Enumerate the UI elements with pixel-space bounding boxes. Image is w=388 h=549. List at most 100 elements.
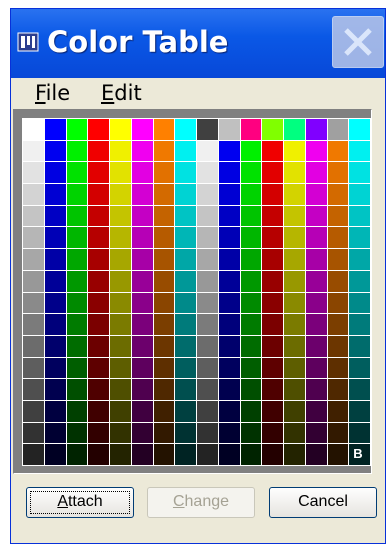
color-cell[interactable] (174, 248, 197, 271)
color-cell[interactable] (261, 118, 284, 141)
color-cell[interactable] (239, 313, 263, 336)
color-cell[interactable] (304, 334, 328, 358)
color-cell[interactable] (348, 356, 371, 380)
color-cell[interactable] (65, 161, 89, 185)
color-cell[interactable] (326, 443, 350, 466)
color-cell[interactable] (283, 356, 306, 380)
color-cell[interactable] (65, 183, 89, 206)
color-cell[interactable] (152, 334, 176, 358)
color-cell[interactable] (239, 248, 263, 271)
color-cell[interactable] (261, 204, 284, 228)
color-cell[interactable] (239, 226, 263, 250)
color-cell[interactable] (87, 183, 110, 206)
color-cell[interactable] (174, 139, 197, 163)
color-cell[interactable] (65, 356, 89, 380)
color-cell[interactable] (196, 204, 219, 228)
color-cell[interactable] (152, 118, 176, 141)
color-cell[interactable] (217, 226, 241, 250)
color-cell[interactable] (261, 291, 284, 315)
color-cell[interactable] (22, 291, 45, 315)
color-cell[interactable] (326, 226, 350, 250)
color-cell[interactable] (261, 161, 284, 185)
color-cell[interactable] (283, 378, 306, 401)
color-cell[interactable] (22, 161, 45, 185)
color-cell[interactable] (304, 356, 328, 380)
color-cell[interactable] (196, 313, 219, 336)
color-cell[interactable] (304, 291, 328, 315)
color-cell[interactable] (196, 378, 219, 401)
color-cell[interactable] (196, 118, 219, 141)
color-cell[interactable] (239, 378, 263, 401)
color-cell[interactable] (239, 443, 263, 466)
color-cell[interactable] (196, 356, 219, 380)
color-cell[interactable] (65, 378, 89, 401)
color-cell[interactable] (283, 334, 306, 358)
color-cell[interactable] (326, 421, 350, 445)
color-cell[interactable] (304, 139, 328, 163)
color-cell[interactable] (65, 399, 89, 423)
color-cell[interactable] (304, 248, 328, 271)
color-cell[interactable] (326, 356, 350, 380)
color-cell[interactable] (261, 269, 284, 293)
color-cell[interactable] (283, 118, 306, 141)
color-cell[interactable] (130, 139, 154, 163)
color-cell[interactable] (43, 204, 67, 228)
color-cell[interactable] (196, 421, 219, 445)
color-cell[interactable] (174, 443, 197, 466)
color-cell[interactable] (130, 226, 154, 250)
color-cell[interactable] (304, 204, 328, 228)
color-cell[interactable] (261, 421, 284, 445)
color-cell[interactable] (152, 269, 176, 293)
color-cell[interactable] (217, 443, 241, 466)
color-cell[interactable] (174, 313, 197, 336)
color-cell[interactable] (87, 378, 110, 401)
color-cell[interactable] (326, 139, 350, 163)
color-cell[interactable] (217, 269, 241, 293)
color-cell[interactable] (87, 443, 110, 466)
color-cell[interactable] (261, 313, 284, 336)
color-cell[interactable] (152, 356, 176, 380)
color-cell[interactable] (304, 443, 328, 466)
color-cell[interactable] (217, 291, 241, 315)
color-cell[interactable] (304, 421, 328, 445)
color-cell[interactable] (174, 334, 197, 358)
color-cell[interactable] (348, 421, 371, 445)
color-cell[interactable] (65, 204, 89, 228)
color-cell[interactable] (261, 378, 284, 401)
color-cell[interactable] (283, 269, 306, 293)
color-cell[interactable] (261, 443, 284, 466)
color-cell[interactable] (87, 399, 110, 423)
color-cell[interactable] (152, 161, 176, 185)
color-cell[interactable] (217, 204, 241, 228)
color-cell[interactable] (326, 248, 350, 271)
color-cell[interactable] (109, 248, 132, 271)
close-button[interactable] (332, 16, 384, 68)
color-cell[interactable] (217, 118, 241, 141)
color-cell[interactable] (109, 204, 132, 228)
color-cell[interactable] (22, 118, 45, 141)
color-cell[interactable] (261, 399, 284, 423)
color-cell[interactable] (109, 183, 132, 206)
color-cell[interactable] (65, 334, 89, 358)
color-cell[interactable] (283, 421, 306, 445)
color-cell[interactable] (326, 118, 350, 141)
color-cell[interactable] (174, 118, 197, 141)
color-cell[interactable] (348, 291, 371, 315)
color-cell[interactable] (239, 161, 263, 185)
color-cell[interactable] (196, 183, 219, 206)
color-cell[interactable] (87, 118, 110, 141)
menu-file[interactable]: File (35, 80, 70, 106)
color-cell[interactable] (87, 421, 110, 445)
color-cell[interactable] (130, 334, 154, 358)
color-cell[interactable] (65, 313, 89, 336)
color-cell[interactable] (239, 204, 263, 228)
color-cell[interactable] (217, 421, 241, 445)
color-cell[interactable] (43, 421, 67, 445)
color-cell[interactable] (65, 118, 89, 141)
color-cell[interactable] (130, 248, 154, 271)
color-cell[interactable] (283, 291, 306, 315)
color-cell[interactable] (87, 269, 110, 293)
color-cell[interactable] (87, 291, 110, 315)
color-cell[interactable] (196, 248, 219, 271)
color-cell[interactable] (283, 183, 306, 206)
